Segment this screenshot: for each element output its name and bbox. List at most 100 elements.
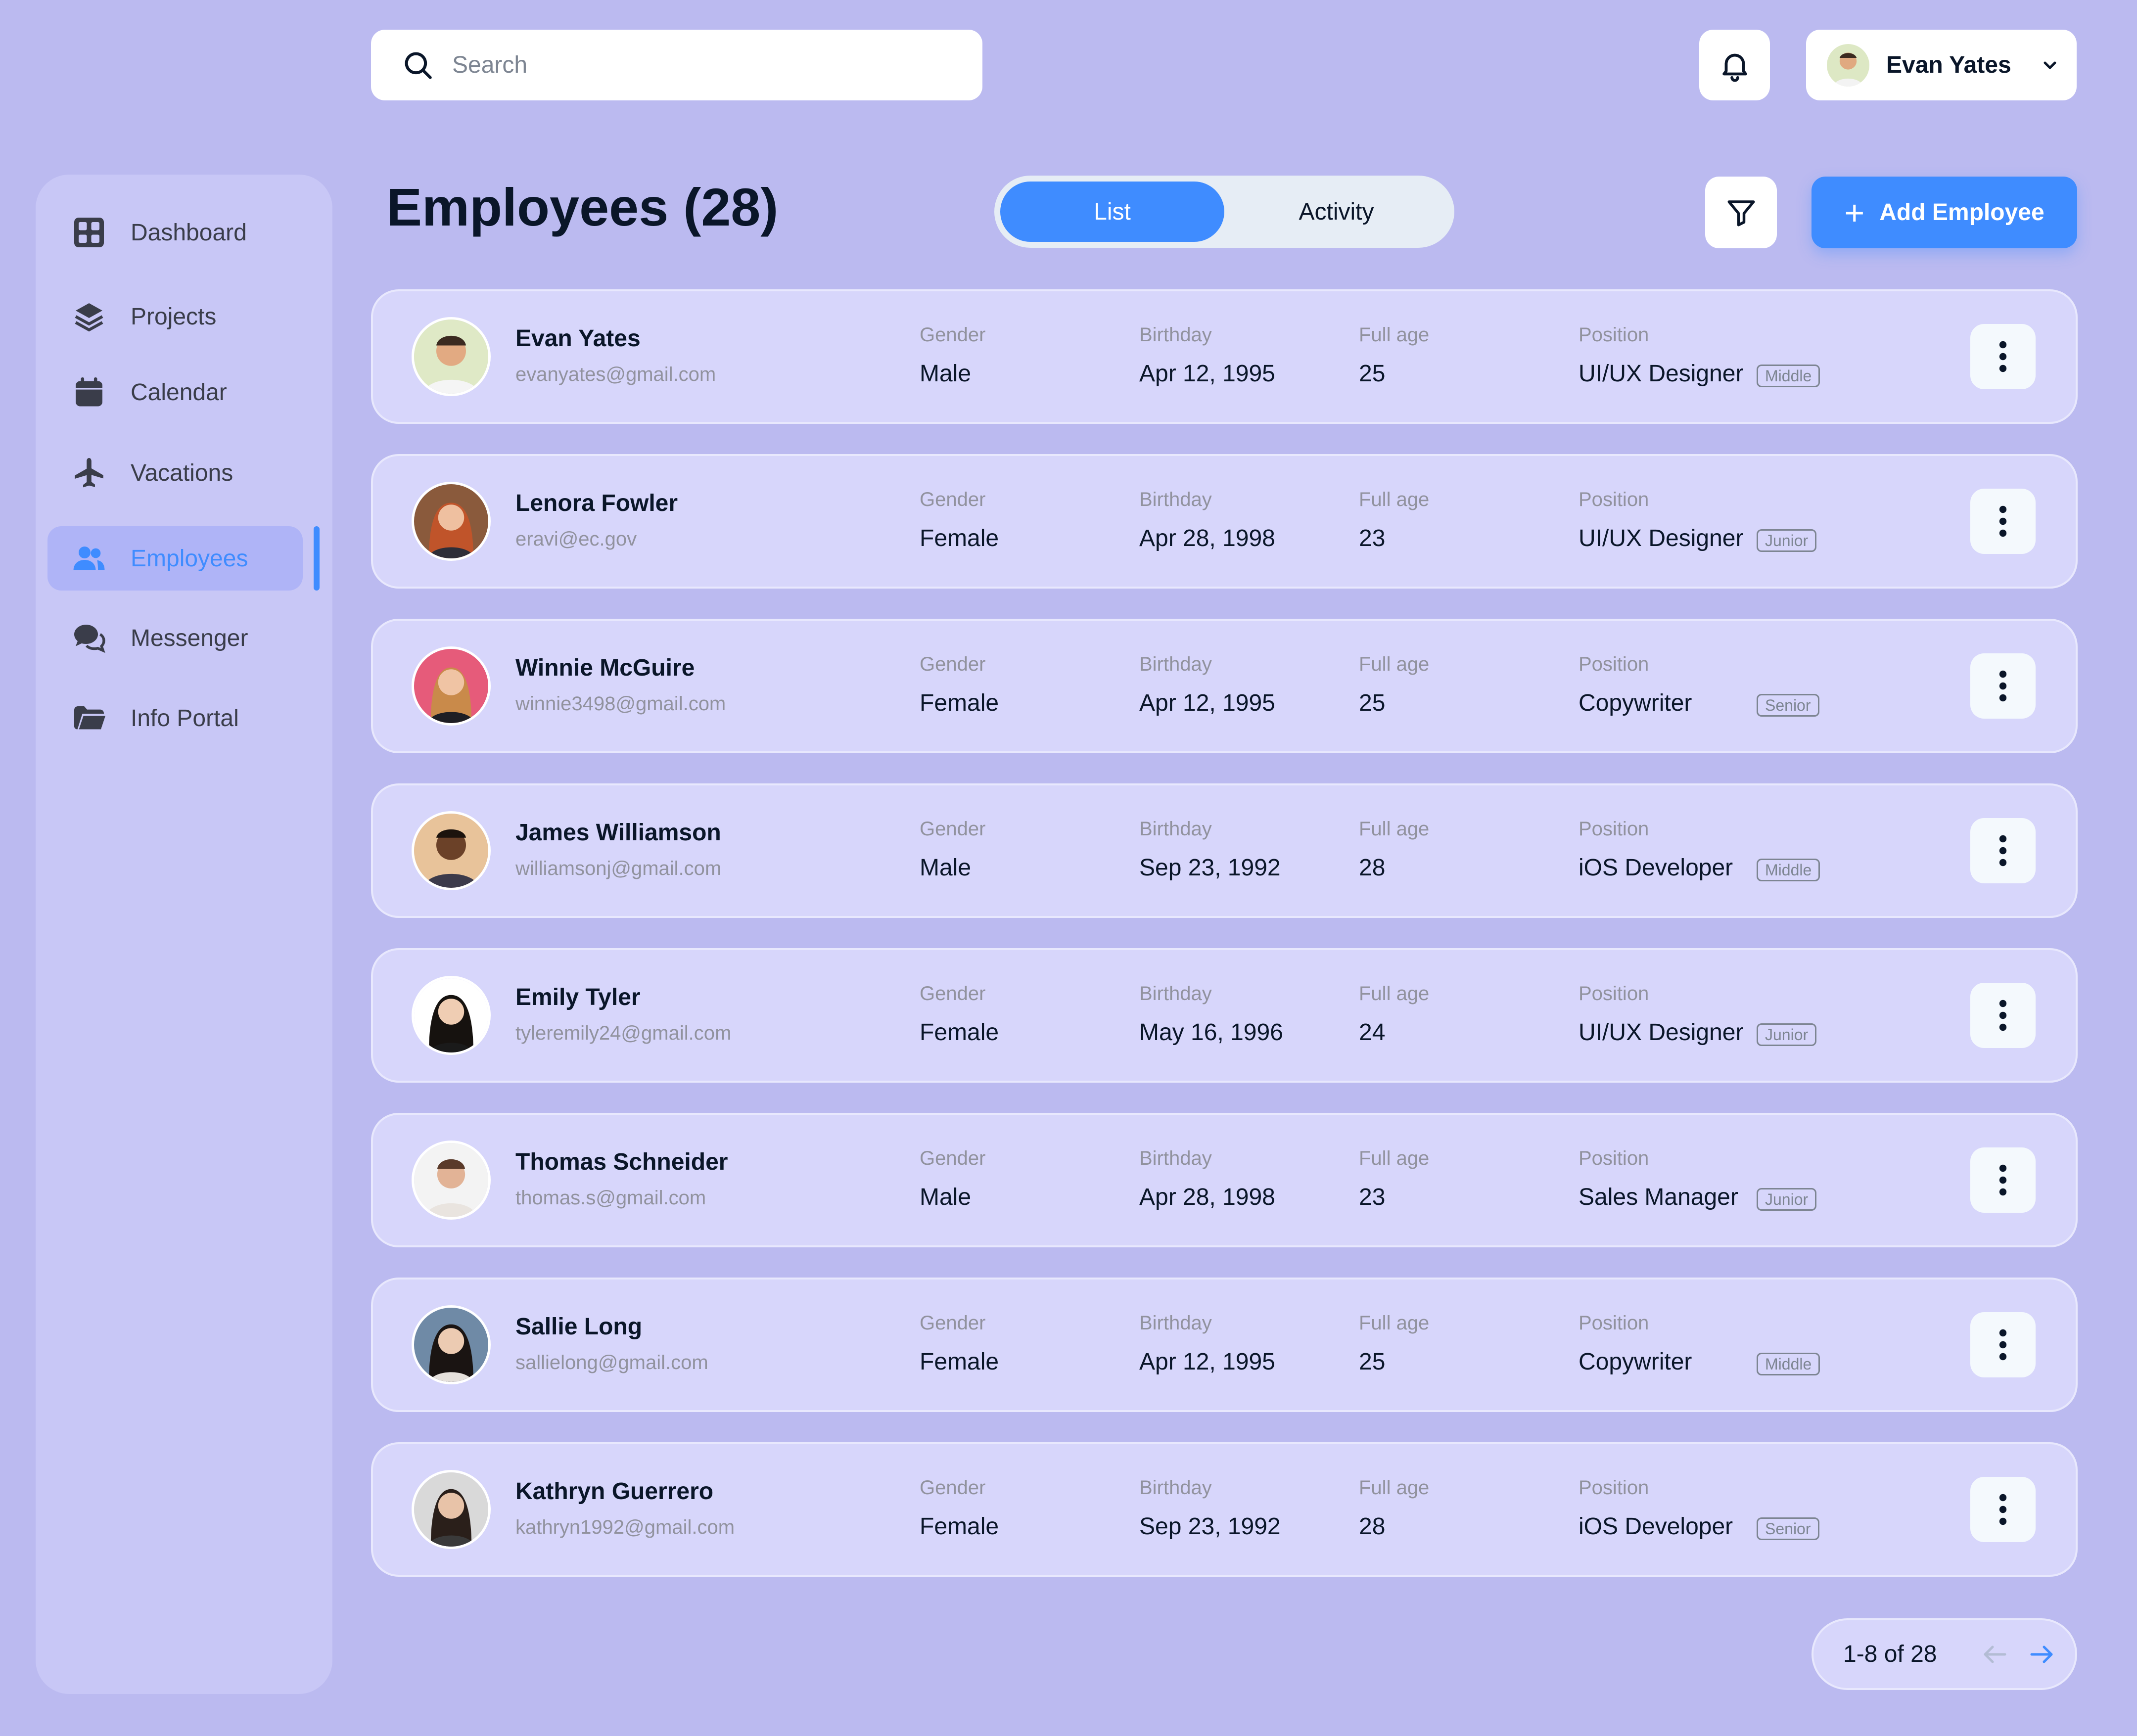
tab-activity[interactable]: Activity bbox=[1224, 182, 1448, 242]
more-options-button[interactable] bbox=[1970, 324, 2036, 389]
birthday-label: Birthday bbox=[1139, 324, 1212, 346]
age-label: Full age bbox=[1359, 1312, 1430, 1334]
birthday-value: May 16, 1996 bbox=[1139, 1019, 1283, 1046]
employee-email: winnie3498@gmail.com bbox=[515, 693, 726, 715]
employee-row[interactable]: Winnie McGuire winnie3498@gmail.com Gend… bbox=[371, 619, 2078, 753]
employee-name: Thomas Schneider bbox=[515, 1149, 728, 1175]
avatar bbox=[412, 646, 491, 726]
avatar bbox=[412, 976, 491, 1055]
position-value: Sales Manager bbox=[1579, 1184, 1738, 1210]
search-input[interactable] bbox=[451, 51, 898, 79]
filter-button[interactable] bbox=[1705, 177, 1777, 248]
gender-value: Male bbox=[920, 361, 972, 387]
folder-icon bbox=[74, 706, 105, 730]
employee-name: Evan Yates bbox=[515, 325, 641, 352]
more-options-button[interactable] bbox=[1970, 1147, 2036, 1213]
gender-value: Male bbox=[920, 1184, 972, 1210]
birthday-value: Sep 23, 1992 bbox=[1139, 1513, 1281, 1540]
more-vertical-icon bbox=[1999, 1164, 2007, 1196]
more-options-button[interactable] bbox=[1970, 653, 2036, 719]
arrow-left-icon[interactable] bbox=[1980, 1640, 2010, 1669]
arrow-right-icon[interactable] bbox=[2027, 1640, 2056, 1669]
sidebar-item-messenger[interactable]: Messenger bbox=[47, 606, 339, 670]
position-label: Position bbox=[1579, 983, 1649, 1005]
employee-list: Evan Yates evanyates@gmail.com Gender Mal… bbox=[371, 289, 2078, 1607]
avatar bbox=[412, 1141, 491, 1220]
sidebar-item-dashboard[interactable]: Dashboard bbox=[47, 200, 339, 265]
user-name: Evan Yates bbox=[1886, 52, 2011, 78]
employee-row[interactable]: Evan Yates evanyates@gmail.com Gender Mal… bbox=[371, 289, 2078, 424]
age-value: 28 bbox=[1359, 1513, 1386, 1540]
avatar bbox=[412, 1305, 491, 1384]
birthday-value: Apr 28, 1998 bbox=[1139, 525, 1275, 551]
more-options-button[interactable] bbox=[1970, 489, 2036, 554]
search-icon bbox=[405, 52, 432, 79]
sidebar-item-vacations[interactable]: Vacations bbox=[47, 441, 339, 505]
employee-row[interactable]: Lenora Fowler eravi@ec.gov Gender Female … bbox=[371, 454, 2078, 589]
age-label: Full age bbox=[1359, 818, 1430, 840]
position-value: iOS Developer bbox=[1579, 855, 1733, 881]
sidebar-item-label: Calendar bbox=[131, 379, 227, 406]
sidebar-item-label: Vacations bbox=[131, 459, 233, 486]
more-vertical-icon bbox=[1999, 1000, 2007, 1031]
sidebar-item-info-portal[interactable]: Info Portal bbox=[47, 686, 339, 750]
sidebar-item-projects[interactable]: Projects bbox=[47, 284, 339, 349]
sidebar-item-employees[interactable]: Employees bbox=[47, 526, 303, 591]
avatar bbox=[412, 317, 491, 396]
more-options-button[interactable] bbox=[1970, 818, 2036, 883]
level-badge: Middle bbox=[1757, 365, 1820, 387]
more-vertical-icon bbox=[1999, 835, 2007, 867]
tab-list[interactable]: List bbox=[1000, 182, 1224, 242]
age-label: Full age bbox=[1359, 324, 1430, 346]
gender-label: Gender bbox=[920, 1477, 986, 1499]
employee-email: eravi@ec.gov bbox=[515, 528, 637, 550]
level-badge: Middle bbox=[1757, 1353, 1820, 1375]
employee-row[interactable]: Thomas Schneider thomas.s@gmail.com Gend… bbox=[371, 1113, 2078, 1247]
more-options-button[interactable] bbox=[1970, 1312, 2036, 1377]
gender-label: Gender bbox=[920, 653, 986, 675]
page-title: Employees (28) bbox=[386, 177, 779, 237]
gender-label: Gender bbox=[920, 489, 986, 510]
employee-row[interactable]: Kathryn Guerrero kathryn1992@gmail.com G… bbox=[371, 1442, 2078, 1577]
employee-row[interactable]: Sallie Long sallielong@gmail.com Gender F… bbox=[371, 1278, 2078, 1412]
sidebar-item-label: Info Portal bbox=[131, 705, 239, 731]
calendar-icon bbox=[76, 377, 102, 407]
more-vertical-icon bbox=[1999, 1329, 2007, 1361]
add-employee-label: Add Employee bbox=[1879, 199, 2044, 226]
birthday-label: Birthday bbox=[1139, 1147, 1212, 1169]
position-value: iOS Developer bbox=[1579, 1513, 1733, 1540]
active-indicator bbox=[314, 526, 320, 591]
level-badge: Senior bbox=[1757, 1517, 1819, 1540]
position-label: Position bbox=[1579, 324, 1649, 346]
sidebar: Dashboard Projects Calendar Vacations Em… bbox=[36, 175, 332, 1694]
age-label: Full age bbox=[1359, 983, 1430, 1005]
sidebar-item-calendar[interactable]: Calendar bbox=[47, 360, 339, 424]
employee-row[interactable]: Emily Tyler tyleremily24@gmail.com Gende… bbox=[371, 948, 2078, 1083]
age-value: 23 bbox=[1359, 525, 1386, 551]
employee-row[interactable]: James Williamson williamsonj@gmail.com G… bbox=[371, 783, 2078, 918]
level-badge: Senior bbox=[1757, 694, 1819, 717]
search-bar[interactable] bbox=[371, 30, 982, 100]
employee-name: Lenora Fowler bbox=[515, 490, 678, 516]
more-options-button[interactable] bbox=[1970, 983, 2036, 1048]
view-toggle: List Activity bbox=[994, 176, 1454, 248]
more-options-button[interactable] bbox=[1970, 1477, 2036, 1542]
gender-value: Female bbox=[920, 1349, 999, 1375]
sidebar-item-label: Projects bbox=[131, 303, 217, 330]
gender-value: Female bbox=[920, 1019, 999, 1046]
more-vertical-icon bbox=[1999, 341, 2007, 372]
chevron-down-icon bbox=[2044, 61, 2056, 69]
sidebar-item-label: Employees bbox=[131, 545, 248, 572]
user-menu-button[interactable]: Evan Yates bbox=[1806, 30, 2077, 100]
age-value: 28 bbox=[1359, 855, 1386, 881]
bell-icon bbox=[1722, 53, 1747, 82]
add-employee-button[interactable]: + Add Employee bbox=[1812, 177, 2077, 248]
sidebar-item-label: Messenger bbox=[131, 625, 248, 651]
position-value: Copywriter bbox=[1579, 1349, 1692, 1375]
birthday-label: Birthday bbox=[1139, 489, 1212, 510]
notifications-button[interactable] bbox=[1699, 30, 1770, 100]
position-value: Copywriter bbox=[1579, 690, 1692, 716]
position-label: Position bbox=[1579, 1312, 1649, 1334]
age-label: Full age bbox=[1359, 653, 1430, 675]
birthday-value: Apr 12, 1995 bbox=[1139, 1349, 1275, 1375]
